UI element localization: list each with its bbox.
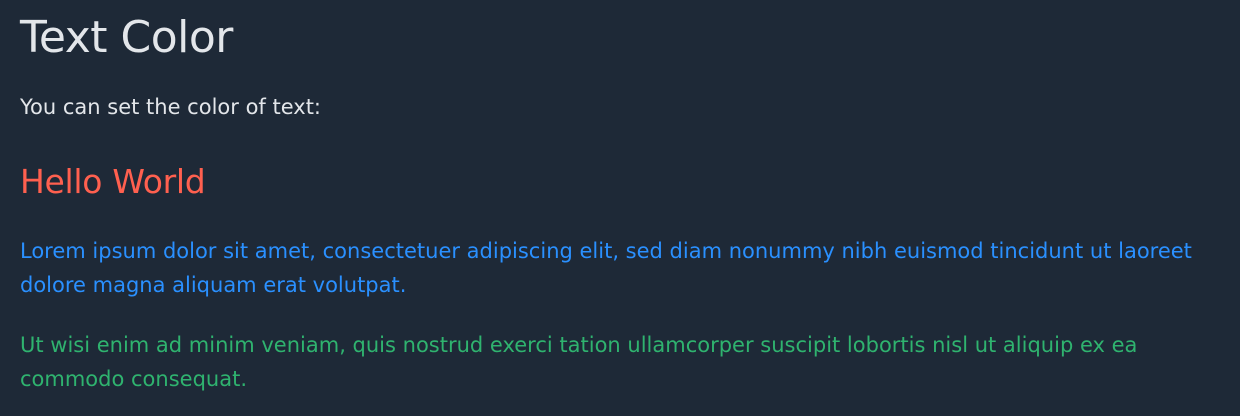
page-title: Text Color [20, 12, 233, 63]
intro-text: You can set the color of text: [20, 95, 322, 119]
green-paragraph: Ut wisi enim ad minim veniam, quis nostr… [20, 333, 1138, 391]
blue-paragraph: Lorem ipsum dolor sit amet, consectetuer… [20, 239, 1192, 297]
hello-world-text: Hello World [20, 162, 206, 201]
page-content: Text Color You can set the color of text… [0, 0, 1240, 416]
